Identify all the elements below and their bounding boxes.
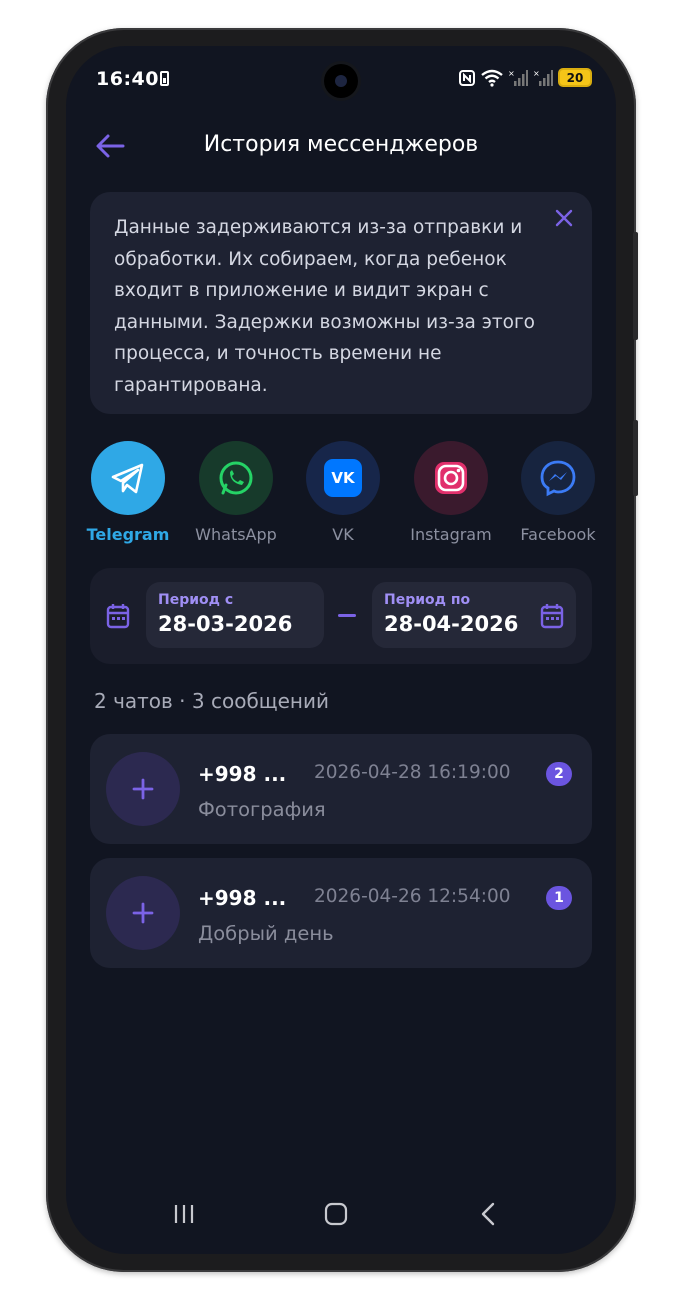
- info-banner-text: Данные задерживаются из-за отправки и об…: [114, 217, 535, 396]
- chat-contact-name: +998 ...: [198, 886, 287, 910]
- page-title: История мессенджеров: [203, 132, 479, 157]
- avatar: [106, 752, 180, 826]
- messenger-tab-facebook[interactable]: Facebook: [510, 441, 606, 544]
- plus-icon: [132, 902, 154, 924]
- chat-summary: 2 чатов · 3 сообщений: [94, 689, 329, 713]
- system-nav-bar: [66, 1194, 616, 1234]
- wifi-icon: [481, 69, 503, 87]
- date-from-value: 28-03-2026: [158, 612, 293, 636]
- messenger-label: VK: [332, 525, 354, 544]
- date-to-label: Период по: [384, 592, 471, 608]
- app-header: История мессенджеров: [66, 124, 616, 168]
- date-range-separator: [338, 614, 356, 617]
- signal-icon-1: ×: [508, 69, 528, 86]
- phone-screen: 16:40 × × 20 История мессенджеров Данные…: [66, 46, 616, 1254]
- chat-contact-name: +998 ...: [198, 762, 287, 786]
- status-icons: × × 20: [458, 68, 592, 87]
- chat-list-item[interactable]: +998 ... 2026-04-26 12:54:00 1 Добрый де…: [90, 858, 592, 968]
- close-icon: [555, 209, 573, 227]
- status-bar: 16:40 × × 20: [66, 46, 616, 116]
- home-button[interactable]: [316, 1198, 356, 1230]
- avatar: [106, 876, 180, 950]
- messenger-tab-whatsapp[interactable]: WhatsApp: [188, 441, 284, 544]
- date-from-field[interactable]: Период с 28-03-2026: [146, 582, 324, 648]
- back-nav-button[interactable]: [468, 1198, 508, 1230]
- whatsapp-icon: [199, 441, 273, 515]
- chat-timestamp: 2026-04-26 12:54:00: [314, 886, 511, 907]
- power-button: [633, 420, 638, 496]
- unread-count-badge: 2: [546, 762, 572, 786]
- battery-saver-icon: [160, 71, 169, 86]
- date-from-label: Период с: [158, 592, 234, 608]
- info-close-button[interactable]: [552, 206, 576, 230]
- status-time: 16:40: [96, 68, 159, 90]
- messenger-label: Facebook: [520, 525, 596, 544]
- chat-timestamp: 2026-04-28 16:19:00: [314, 762, 511, 783]
- volume-button: [633, 232, 638, 340]
- instagram-icon: [414, 441, 488, 515]
- nfc-icon: [459, 69, 475, 86]
- home-icon: [324, 1202, 348, 1226]
- messenger-label: Telegram: [86, 525, 170, 544]
- messenger-selector: Telegram WhatsApp VK VK Instagram Facebo…: [87, 441, 616, 551]
- messenger-tab-telegram[interactable]: Telegram: [80, 441, 176, 544]
- svg-text:×: ×: [508, 69, 515, 78]
- chevron-left-icon: [481, 1202, 495, 1226]
- messenger-tab-vk[interactable]: VK VK: [295, 441, 391, 544]
- recent-apps-icon: [174, 1205, 194, 1223]
- plus-icon: [132, 778, 154, 800]
- unread-count-badge: 1: [546, 886, 572, 910]
- telegram-icon: [91, 441, 165, 515]
- date-range-filter: Период с 28-03-2026 Период по 28-04-2026: [90, 568, 592, 664]
- vk-icon: VK: [306, 441, 380, 515]
- messenger-label: WhatsApp: [195, 525, 277, 544]
- calendar-icon: [540, 604, 564, 629]
- recent-apps-button[interactable]: [164, 1198, 204, 1230]
- messenger-tab-instagram[interactable]: Instagram: [403, 441, 499, 544]
- battery-indicator: 20: [558, 68, 592, 87]
- info-banner: Данные задерживаются из-за отправки и об…: [90, 192, 592, 414]
- date-to-field[interactable]: Период по 28-04-2026: [372, 582, 576, 648]
- date-to-value: 28-04-2026: [384, 612, 519, 636]
- chat-list-item[interactable]: +998 ... 2026-04-28 16:19:00 2 Фотографи…: [90, 734, 592, 844]
- chat-last-message: Фотография: [198, 798, 326, 821]
- messenger-icon: [521, 441, 595, 515]
- front-camera: [324, 64, 358, 98]
- calendar-icon[interactable]: [106, 603, 130, 629]
- messenger-label: Instagram: [410, 525, 492, 544]
- chat-last-message: Добрый день: [198, 922, 334, 945]
- signal-icon-2: ×: [533, 69, 553, 86]
- svg-text:×: ×: [533, 69, 540, 78]
